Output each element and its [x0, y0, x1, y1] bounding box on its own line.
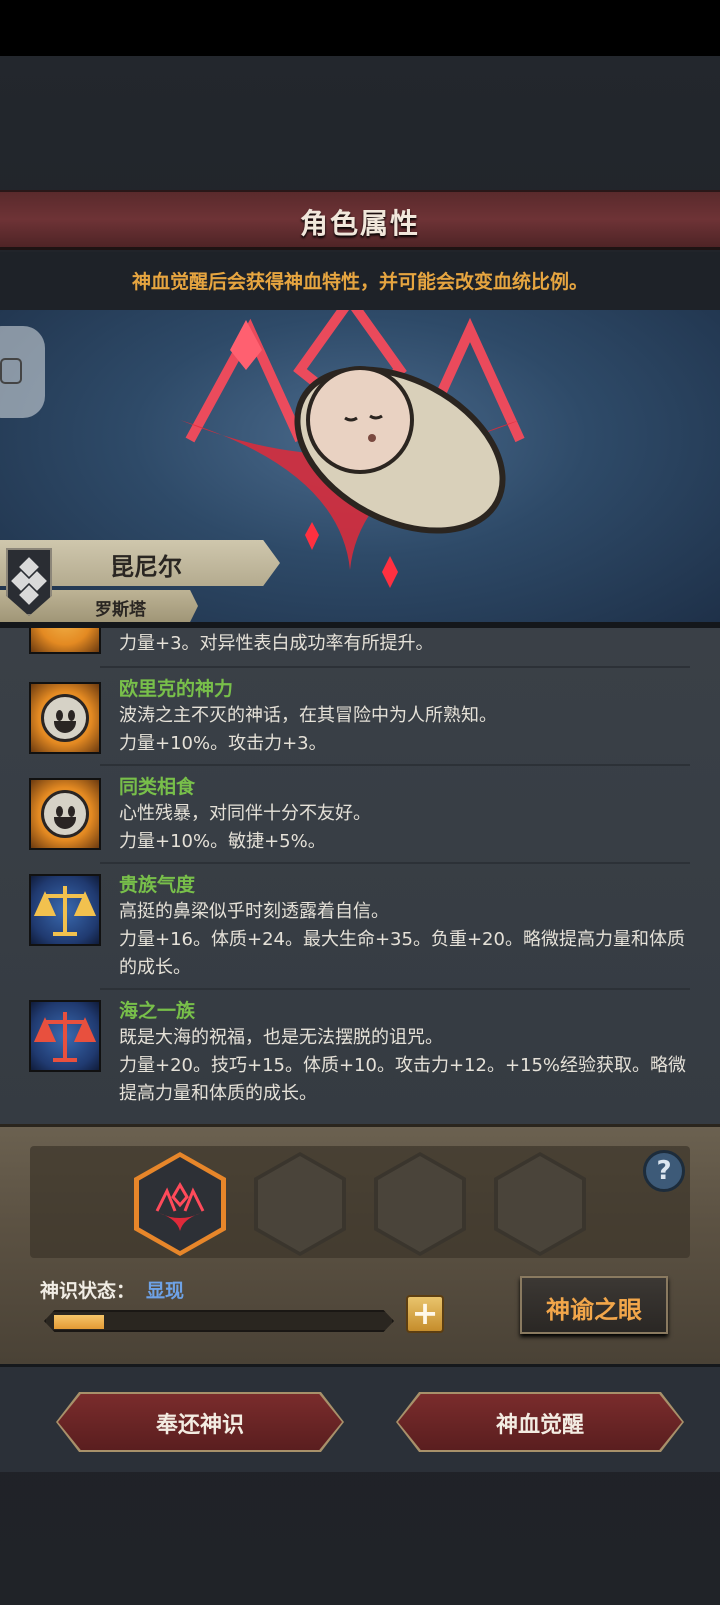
trait-desc: 既是大海的祝福，也是无法摆脱的诅咒。 — [119, 1027, 443, 1048]
trait-effect: 力量+3。对异性表白成功率有所提升。 — [119, 633, 434, 654]
trait-list[interactable]: 力量+3。对异性表白成功率有所提升。 欧里克的神力 波涛之主不灭的神话，在其冒险… — [0, 628, 720, 1124]
notice-text: 神血觉醒后会获得神血特性，并可能会改变血统比例。 — [131, 271, 588, 293]
plus-button[interactable]: + — [406, 1295, 444, 1333]
blood-awaken-label: 神血觉醒 — [495, 1413, 584, 1438]
divider — [100, 862, 690, 864]
trait-effect: 力量+20。技巧+15。体质+10。攻击力+12。+15%经验获取。略微提高力量… — [119, 1055, 687, 1104]
return-divinity-button[interactable]: 奉还神识 — [58, 1394, 342, 1450]
oracle-eye-button[interactable]: 神谕之眼 — [520, 1276, 668, 1334]
trait-desc: 高挺的鼻梁似乎时刻透露着自信。 — [119, 901, 389, 922]
trait-desc: 波涛之主不灭的神话，在其冒险中为人所熟知。 — [119, 705, 497, 726]
status-value: 显现 — [146, 1280, 185, 1302]
trait-name: 同类相食 — [119, 776, 196, 798]
page-title: 角色属性 — [299, 207, 420, 240]
trait-effect: 力量+10%。攻击力+3。 — [119, 733, 327, 754]
oracle-eye-label: 神谕之眼 — [546, 1296, 642, 1324]
divinity-progress-bar — [44, 1310, 394, 1332]
trait-effect: 力量+16。体质+24。最大生命+35。负重+20。略微提高力量和体质的成长。 — [119, 929, 685, 978]
divinity-slots — [30, 1146, 690, 1258]
divider — [100, 764, 690, 766]
smiling-face-icon — [29, 628, 101, 654]
trait-name: 海之一族 — [119, 1000, 196, 1022]
smiling-face-icon — [29, 778, 101, 850]
side-tab-button[interactable] — [0, 326, 45, 418]
trait-desc: 心性残暴，对同伴十分不友好。 — [119, 803, 371, 824]
character-origin: 罗斯塔 — [95, 600, 146, 620]
card-icon — [0, 358, 22, 384]
title-bar: 角色属性 — [0, 190, 720, 250]
golden-scale-icon — [29, 874, 101, 946]
divider — [100, 988, 690, 990]
return-divinity-label: 奉还神识 — [155, 1413, 244, 1438]
divider — [100, 666, 690, 668]
trait-name: 欧里克的神力 — [119, 678, 234, 700]
status-label: 神识状态： — [40, 1280, 136, 1302]
divine-sigil-icon — [155, 1182, 205, 1231]
blood-awaken-button[interactable]: 神血觉醒 — [398, 1394, 682, 1450]
progress-fill — [54, 1315, 104, 1329]
notice-bar: 神血觉醒后会获得神血特性，并可能会改变血统比例。 — [0, 252, 720, 310]
trait-effect: 力量+10%。敏捷+5%。 — [119, 831, 326, 852]
character-name: 昆尼尔 — [110, 553, 182, 581]
trait-name: 贵族气度 — [119, 874, 196, 896]
red-scale-icon — [29, 1000, 101, 1072]
help-button[interactable]: ? — [643, 1150, 685, 1192]
status-bar-area — [0, 0, 720, 56]
smiling-face-icon — [29, 682, 101, 754]
